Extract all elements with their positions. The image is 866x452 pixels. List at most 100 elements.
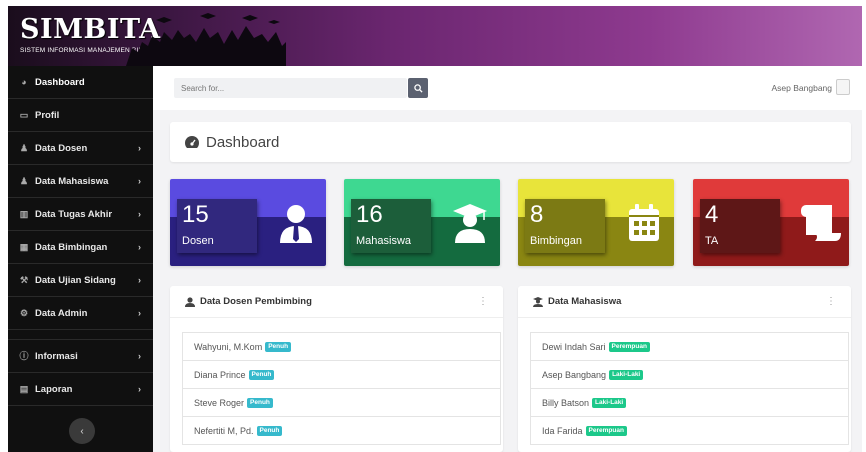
topbar: Asep Bangbang [153, 66, 862, 110]
sidebar-toggle-button[interactable]: ‹ [69, 418, 95, 444]
status-badge: Penuh [247, 397, 273, 408]
graduates-silhouette-icon [126, 13, 286, 66]
sidebar-item-label: Dashboard [35, 76, 85, 88]
kebab-menu-icon[interactable]: ⋮ [478, 296, 488, 307]
gender-badge: Laki-Laki [592, 397, 627, 408]
sidebar-item-data-dosen[interactable]: ♟ Data Dosen › [8, 132, 153, 165]
page-title: Dashboard [206, 133, 280, 151]
panel-header: Data Dosen Pembimbing ⋮ [170, 286, 503, 318]
dosen-name: Wahyuni, M.Kom [194, 341, 263, 352]
stat-card-dosen[interactable]: 15 Dosen [170, 179, 326, 266]
id-card-icon: ▭ [19, 110, 29, 120]
user-tie-icon [185, 296, 195, 307]
stat-count-box: 8 Bimbingan [525, 199, 605, 253]
scroll-icon [801, 205, 841, 241]
stat-card-ta[interactable]: 4 TA [693, 179, 849, 266]
stat-label: Bimbingan [530, 235, 582, 247]
sidebar-item-label: Data Bimbingan [35, 241, 108, 253]
sidebar-item-label: Informasi [35, 350, 78, 362]
user-graduate-icon: ♟ [19, 176, 29, 186]
sidebar-item-label: Laporan [35, 383, 73, 395]
file-icon: ▤ [19, 384, 29, 394]
sidebar-item-label: Profil [35, 109, 60, 121]
panel-title: Data Mahasiswa [548, 296, 622, 307]
user-tie-icon: ♟ [19, 143, 29, 153]
graduation-cap-icon [453, 204, 487, 243]
stat-card-bimbingan[interactable]: 8 Bimbingan [518, 179, 674, 266]
sidebar-item-data-tugas-akhir[interactable]: ▥ Data Tugas Akhir › [8, 198, 153, 231]
list-item[interactable]: Diana Prince Penuh [183, 361, 500, 389]
chevron-right-icon: › [138, 384, 141, 394]
chevron-right-icon: › [138, 275, 141, 285]
sidebar-item-data-mahasiswa[interactable]: ♟ Data Mahasiswa › [8, 165, 153, 198]
sidebar-item-label: Data Dosen [35, 142, 88, 154]
stat-count-box: 16 Mahasiswa [351, 199, 431, 253]
sidebar-item-data-bimbingan[interactable]: ▦ Data Bimbingan › [8, 231, 153, 264]
search-input[interactable] [174, 78, 407, 98]
user-graduate-icon [533, 296, 543, 307]
sidebar-divider [8, 330, 153, 340]
list-item[interactable]: Wahyuni, M.Kom Penuh [183, 333, 500, 361]
sidebar-item-data-ujian-sidang[interactable]: ⚒ Data Ujian Sidang › [8, 264, 153, 297]
stat-value: 4 [705, 201, 719, 228]
search-icon [413, 83, 423, 93]
list-item[interactable]: Dewi Indah Sari Perempuan [531, 333, 848, 361]
stat-count-box: 15 Dosen [177, 199, 257, 253]
sidebar-item-label: Data Ujian Sidang [35, 274, 116, 286]
panel-header: Data Mahasiswa ⋮ [518, 286, 851, 318]
stat-label: Mahasiswa [356, 235, 412, 247]
gavel-icon: ⚒ [19, 275, 29, 285]
users-cog-icon: ⚙ [19, 308, 29, 318]
kebab-menu-icon[interactable]: ⋮ [826, 296, 836, 307]
dosen-list: Wahyuni, M.Kom Penuh Diana Prince Penuh … [182, 332, 501, 445]
stat-value: 8 [530, 201, 544, 228]
sidebar-item-informasi[interactable]: ⓘ Informasi › [8, 340, 153, 373]
chevron-left-icon: ‹ [80, 425, 84, 437]
list-item[interactable]: Billy Batson Laki-Laki [531, 389, 848, 417]
stat-value: 16 [356, 201, 383, 228]
stat-value: 15 [182, 201, 209, 228]
page-title-card: Dashboard [170, 122, 851, 162]
sidebar-item-data-admin[interactable]: ⚙ Data Admin › [8, 297, 153, 330]
app-frame: SIMBITA SISTEM INFORMASI MANAJEMEN BIMBI… [8, 6, 862, 452]
list-item[interactable]: Ida Farida Perempuan [531, 417, 848, 445]
sidebar-item-label: Data Admin [35, 307, 88, 319]
calendar-icon: ▦ [19, 242, 29, 252]
list-item[interactable]: Asep Bangbang Laki-Laki [531, 361, 848, 389]
gender-badge: Laki-Laki [609, 369, 644, 380]
mahasiswa-name: Ida Farida [542, 425, 583, 436]
gender-badge: Perempuan [608, 341, 650, 352]
chevron-right-icon: › [138, 143, 141, 153]
gauge-icon: ◕ [21, 77, 27, 87]
sidebar-item-label: Data Mahasiswa [35, 175, 109, 187]
chevron-right-icon: › [138, 308, 141, 318]
sidebar-item-profil[interactable]: ▭ Profil [8, 99, 153, 132]
chevron-right-icon: › [138, 351, 141, 361]
sidebar-item-laporan[interactable]: ▤ Laporan › [8, 373, 153, 406]
panel-title: Data Dosen Pembimbing [200, 296, 312, 307]
stat-label: Dosen [182, 235, 214, 247]
mahasiswa-name: Dewi Indah Sari [542, 341, 606, 352]
gauge-icon [185, 136, 199, 148]
mahasiswa-name: Asep Bangbang [542, 369, 607, 380]
stat-count-box: 4 TA [700, 199, 780, 253]
user-name[interactable]: Asep Bangbang [772, 83, 833, 93]
sidebar-item-dashboard[interactable]: ◕ Dashboard [8, 66, 153, 99]
stat-label: TA [705, 235, 719, 247]
list-item[interactable]: Nefertiti M, Pd. Penuh [183, 417, 500, 445]
avatar[interactable] [836, 79, 850, 95]
status-badge: Penuh [248, 369, 275, 380]
panel-dosen-pembimbing: Data Dosen Pembimbing ⋮ Wahyuni, M.Kom P… [170, 286, 503, 452]
book-icon: ▥ [19, 209, 29, 219]
user-tie-icon [280, 205, 312, 243]
stat-card-mahasiswa[interactable]: 16 Mahasiswa [344, 179, 500, 266]
gender-badge: Perempuan [585, 425, 627, 436]
mahasiswa-list: Dewi Indah Sari Perempuan Asep Bangbang … [530, 332, 849, 445]
dosen-name: Steve Roger [194, 397, 245, 408]
mahasiswa-name: Billy Batson [542, 397, 590, 408]
status-badge: Penuh [265, 341, 292, 352]
search-button[interactable] [408, 78, 428, 98]
sidebar: ◕ Dashboard ▭ Profil ♟ Data Dosen › ♟ Da… [8, 66, 153, 452]
list-item[interactable]: Steve Roger Penuh [183, 389, 500, 417]
dosen-name: Diana Prince [194, 369, 246, 380]
